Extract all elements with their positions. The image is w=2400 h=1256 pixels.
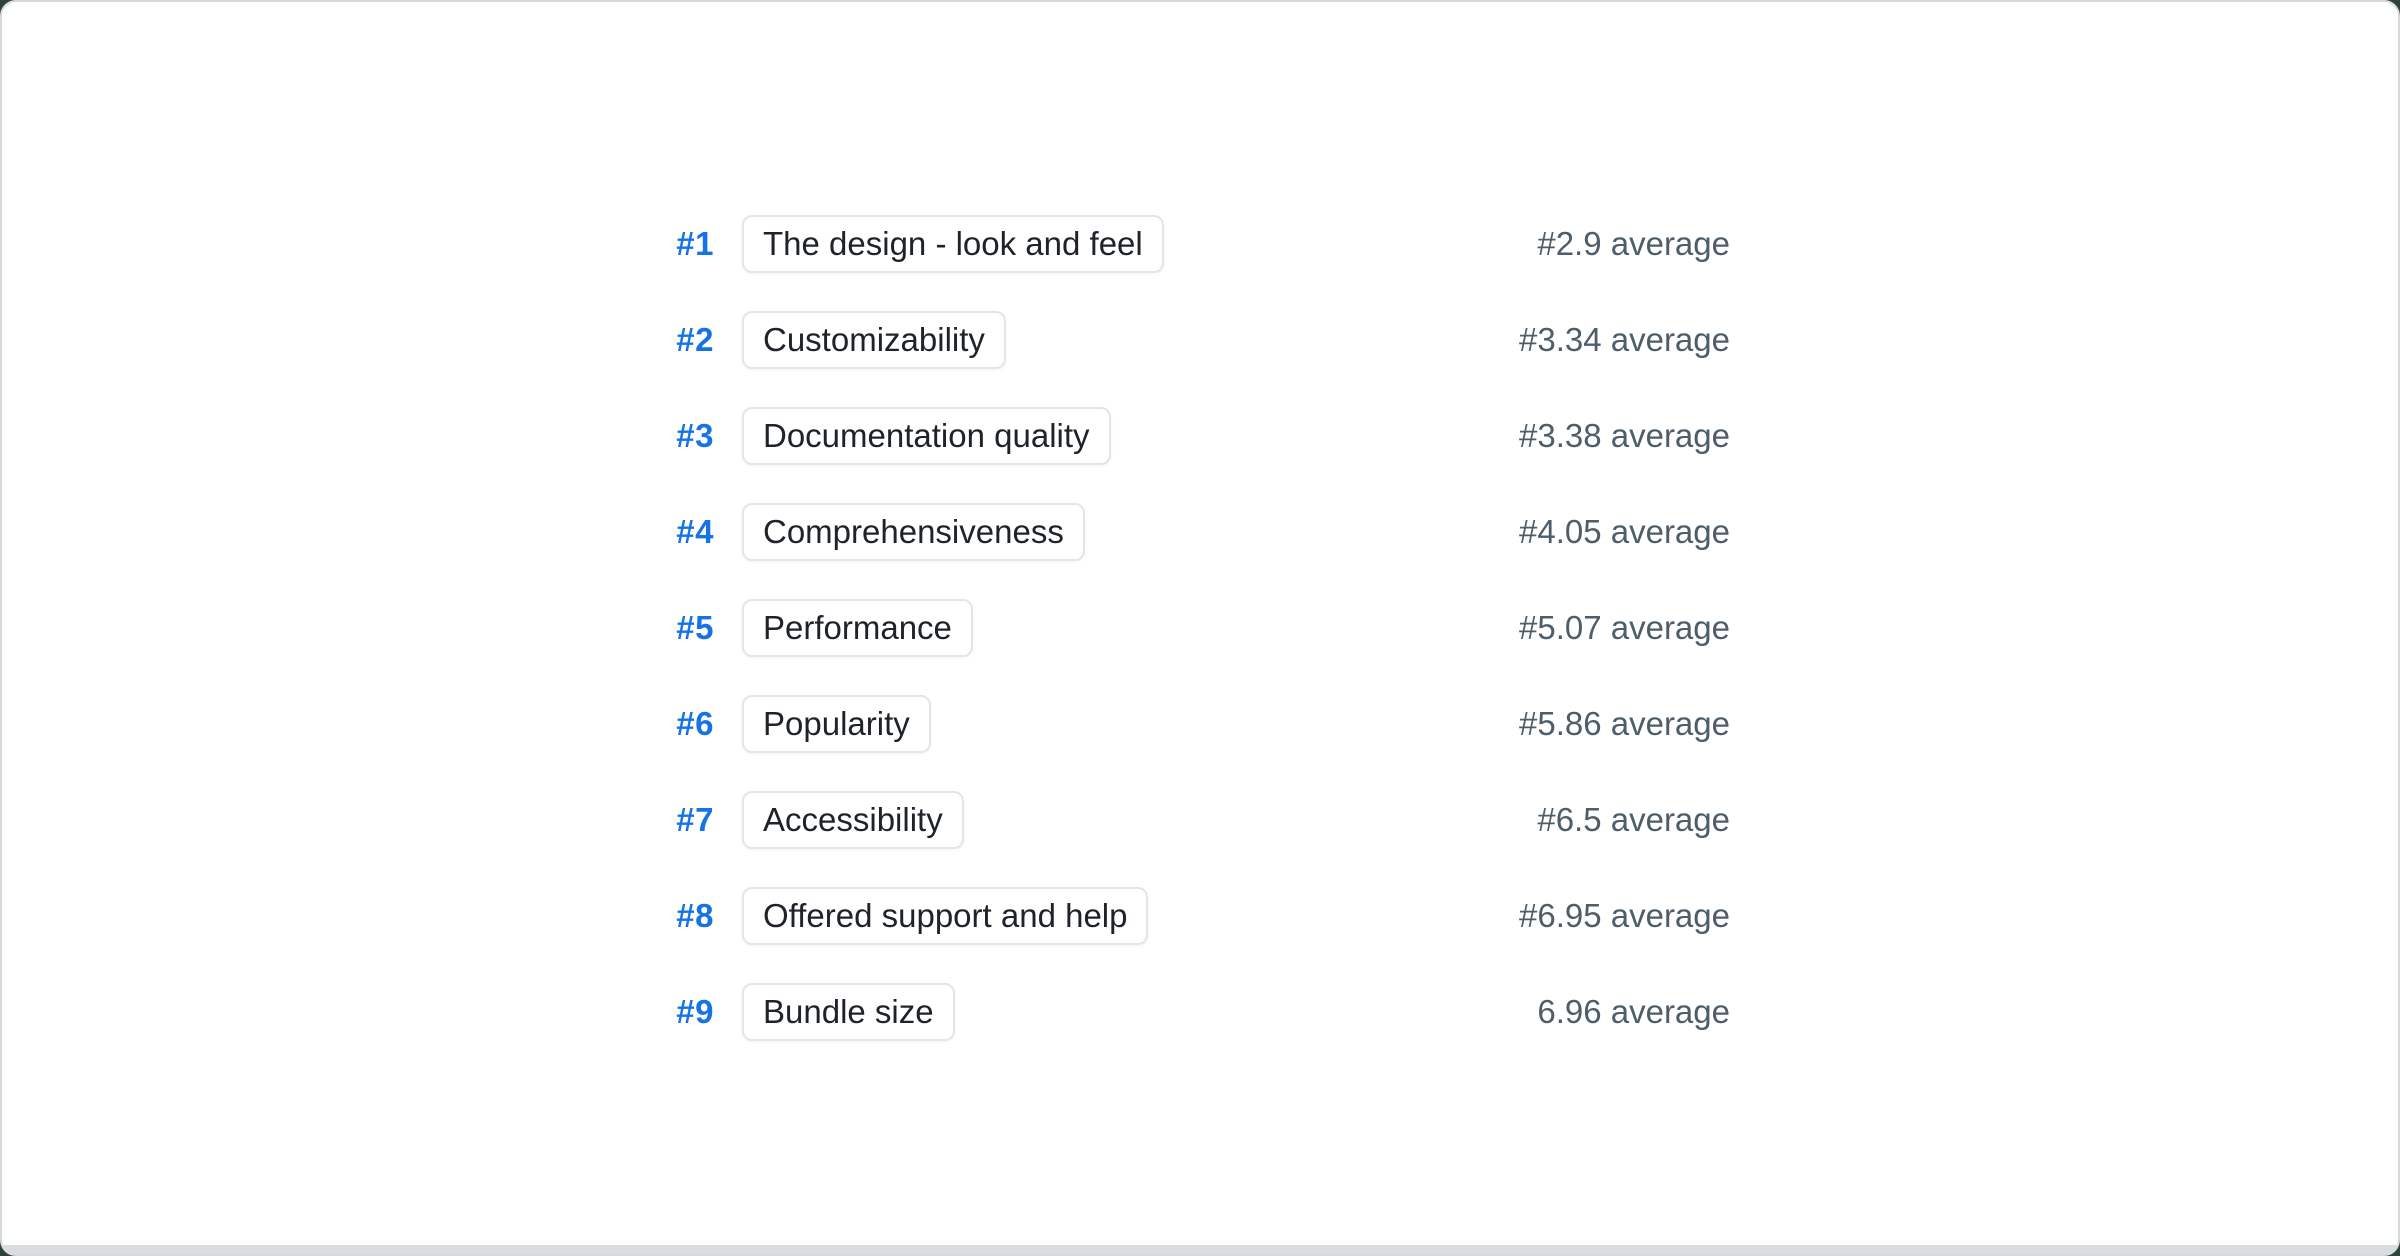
option-pill[interactable]: Accessibility (742, 791, 964, 849)
ranking-row: #6 Popularity #5.86 average (670, 695, 1730, 753)
rank-number: #7 (670, 801, 714, 839)
rank-number: #6 (670, 705, 714, 743)
average-score: #3.34 average (1519, 321, 1730, 359)
option-pill[interactable]: Customizability (742, 311, 1006, 369)
average-score: #5.86 average (1519, 705, 1730, 743)
rank-number: #2 (670, 321, 714, 359)
ranking-row: #5 Performance #5.07 average (670, 599, 1730, 657)
option-pill[interactable]: Documentation quality (742, 407, 1111, 465)
average-score: #6.95 average (1519, 897, 1730, 935)
option-pill[interactable]: Popularity (742, 695, 931, 753)
average-score: #6.5 average (1537, 801, 1730, 839)
average-score: #2.9 average (1537, 225, 1730, 263)
average-score: 6.96 average (1537, 993, 1730, 1031)
option-pill[interactable]: Performance (742, 599, 973, 657)
rank-number: #4 (670, 513, 714, 551)
results-window: #1 The design - look and feel #2.9 avera… (0, 0, 2400, 1256)
results-content: #1 The design - look and feel #2.9 avera… (2, 2, 2398, 1254)
ranking-row: #3 Documentation quality #3.38 average (670, 407, 1730, 465)
ranking-row: #1 The design - look and feel #2.9 avera… (670, 215, 1730, 273)
average-score: #3.38 average (1519, 417, 1730, 455)
option-pill[interactable]: Offered support and help (742, 887, 1148, 945)
rank-number: #5 (670, 609, 714, 647)
rank-number: #9 (670, 993, 714, 1031)
average-score: #4.05 average (1519, 513, 1730, 551)
bottom-strip (2, 1245, 2398, 1254)
option-pill[interactable]: The design - look and feel (742, 215, 1164, 273)
option-pill[interactable]: Comprehensiveness (742, 503, 1085, 561)
option-pill[interactable]: Bundle size (742, 983, 955, 1041)
ranking-row: #9 Bundle size 6.96 average (670, 983, 1730, 1041)
ranking-row: #2 Customizability #3.34 average (670, 311, 1730, 369)
rank-number: #1 (670, 225, 714, 263)
ranking-row: #8 Offered support and help #6.95 averag… (670, 887, 1730, 945)
average-score: #5.07 average (1519, 609, 1730, 647)
rank-number: #8 (670, 897, 714, 935)
ranking-list: #1 The design - look and feel #2.9 avera… (670, 215, 1730, 1041)
rank-number: #3 (670, 417, 714, 455)
ranking-row: #4 Comprehensiveness #4.05 average (670, 503, 1730, 561)
ranking-row: #7 Accessibility #6.5 average (670, 791, 1730, 849)
